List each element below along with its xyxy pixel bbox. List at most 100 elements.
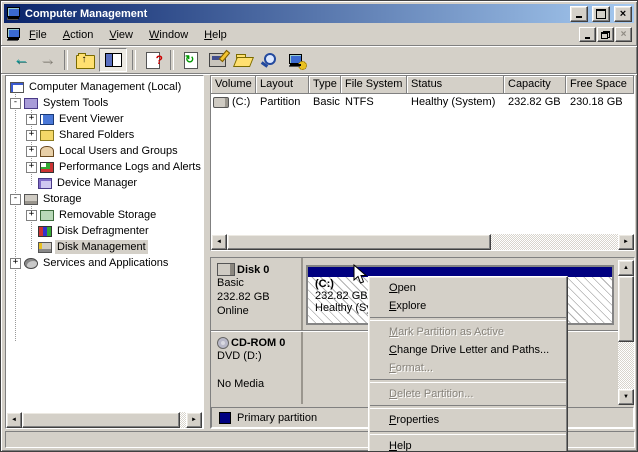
help-button[interactable]: ? <box>141 49 165 71</box>
tree-item-label-selected[interactable]: Disk Management <box>55 240 148 254</box>
tree-item-label[interactable]: Local Users and Groups <box>57 144 180 158</box>
scroll-right-icon: ► <box>191 417 197 423</box>
open-folder-button[interactable] <box>231 49 255 71</box>
legend-primary-partition-label: Primary partition <box>237 411 318 424</box>
volume-list-pane: Volume Layout Type File System Status Ca… <box>210 75 635 251</box>
tree-item-label[interactable]: Services and Applications <box>41 256 170 270</box>
close-icon: × <box>620 29 627 40</box>
menu-help[interactable]: Help <box>196 26 235 44</box>
scrollbar-track[interactable] <box>618 342 634 389</box>
tree-item-performance-logs[interactable]: + Performance Logs and Alerts <box>26 159 203 175</box>
tree-line <box>15 92 16 341</box>
cdrom0-info-block[interactable]: CD-ROM 0 DVD (D:) No Media <box>211 332 303 404</box>
scroll-up-button[interactable]: ▲ <box>618 260 634 276</box>
expand-expander-icon[interactable]: + <box>26 209 37 221</box>
tree-item-label[interactable]: Performance Logs and Alerts <box>57 160 203 174</box>
column-header-file-system[interactable]: File System <box>341 76 407 94</box>
column-header-free-space[interactable]: Free Space <box>566 76 634 94</box>
tree-item-services-and-applications[interactable]: + Services and Applications <box>10 255 203 271</box>
column-header-type[interactable]: Type <box>309 76 341 94</box>
menu-separator <box>370 431 566 435</box>
volume-list-header: Volume Layout Type File System Status Ca… <box>211 76 634 94</box>
tree-item-label[interactable]: Removable Storage <box>57 208 158 222</box>
tree-item-storage[interactable]: - Storage <box>10 191 203 207</box>
expand-expander-icon[interactable]: + <box>26 129 37 141</box>
tree-item-event-viewer[interactable]: + Event Viewer <box>26 111 203 127</box>
title-bar[interactable]: Computer Management × <box>4 4 634 23</box>
refresh-button[interactable]: ↻ <box>179 49 203 71</box>
tree-horizontal-scrollbar: ◄ ► <box>6 412 202 428</box>
column-header-capacity[interactable]: Capacity <box>504 76 566 94</box>
search-button[interactable] <box>257 49 281 71</box>
volume-row-c[interactable]: (C:) Partition Basic NTFS Healthy (Syste… <box>211 94 634 110</box>
close-button[interactable]: × <box>614 5 632 22</box>
context-menu-delete-partition-disabled: Delete Partition... <box>389 388 474 400</box>
tree-item-label[interactable]: Computer Management (Local) <box>27 80 183 94</box>
tree-item-disk-management[interactable]: Disk Management <box>26 239 203 255</box>
menu-action[interactable]: Action <box>55 26 102 44</box>
manage-computer-button[interactable] <box>283 49 307 71</box>
tree-item-computer-management[interactable]: Computer Management (Local) <box>10 79 203 95</box>
collapse-expander-icon[interactable]: - <box>10 193 21 205</box>
tree-item-local-users-and-groups[interactable]: + Local Users and Groups <box>26 143 203 159</box>
tree-item-system-tools[interactable]: - System Tools <box>10 95 203 111</box>
tree-item-label[interactable]: Storage <box>41 192 84 206</box>
disk0-status: Online <box>217 305 249 317</box>
context-menu-explore[interactable]: Explore <box>369 297 567 315</box>
menu-view[interactable]: View <box>101 26 141 44</box>
disk0-info-block[interactable]: Disk 0 Basic 232.82 GB Online <box>211 258 303 330</box>
window-title: Computer Management <box>25 7 148 20</box>
expand-expander-icon[interactable]: + <box>26 161 37 173</box>
scrollbar-thumb[interactable] <box>227 234 491 250</box>
tree-item-shared-folders[interactable]: + Shared Folders <box>26 127 203 143</box>
expand-expander-icon[interactable]: + <box>26 113 37 125</box>
column-header-status[interactable]: Status <box>407 76 504 94</box>
computer-icon <box>6 7 21 20</box>
up-one-level-button[interactable]: ↑ <box>73 49 97 71</box>
tree-item-removable-storage[interactable]: + Removable Storage <box>26 207 203 223</box>
child-restore-button[interactable] <box>597 27 614 42</box>
context-menu-help[interactable]: Help <box>369 437 567 451</box>
disk0-capacity: 232.82 GB <box>217 291 270 303</box>
tree-item-device-manager[interactable]: Device Manager <box>26 175 203 191</box>
maximize-button[interactable] <box>592 5 610 22</box>
tree-item-label[interactable]: Event Viewer <box>57 112 126 126</box>
scrollbar-thumb[interactable] <box>618 276 634 342</box>
up-folder-icon: ↑ <box>75 52 95 69</box>
tree-item-label[interactable]: Shared Folders <box>57 128 136 142</box>
toolbar-separator <box>64 50 68 70</box>
tree-item-label[interactable]: Device Manager <box>55 176 139 190</box>
close-icon: × <box>619 7 627 20</box>
collapse-expander-icon[interactable]: - <box>10 97 21 109</box>
scrollbar-track[interactable] <box>491 234 618 250</box>
context-menu-properties[interactable]: Properties <box>369 411 567 429</box>
column-header-layout[interactable]: Layout <box>256 76 309 94</box>
menu-file[interactable]: File <box>21 26 55 44</box>
scroll-left-button[interactable]: ◄ <box>211 234 227 250</box>
back-button[interactable]: ← <box>9 49 33 71</box>
tree-item-label[interactable]: System Tools <box>41 96 110 110</box>
tree-item-label[interactable]: Disk Defragmenter <box>55 224 151 238</box>
disk-signature-button[interactable] <box>205 49 229 71</box>
console-window-icon[interactable] <box>6 28 21 41</box>
child-window-buttons: × <box>579 27 632 42</box>
expand-expander-icon[interactable]: + <box>10 257 21 269</box>
column-header-volume[interactable]: Volume <box>211 76 256 94</box>
minimize-button[interactable] <box>570 5 588 22</box>
context-menu-open[interactable]: Open <box>369 279 567 297</box>
context-menu-change-drive-letter[interactable]: Change Drive Letter and Paths... <box>369 341 567 359</box>
expand-expander-icon[interactable]: + <box>26 145 37 157</box>
forward-icon: → <box>39 51 55 68</box>
menu-window[interactable]: Window <box>141 26 196 44</box>
scroll-right-button[interactable]: ► <box>186 412 202 428</box>
child-minimize-button[interactable] <box>579 27 596 42</box>
scrollbar-thumb[interactable] <box>22 412 180 428</box>
tree-item-disk-defragmenter[interactable]: Disk Defragmenter <box>26 223 203 239</box>
scroll-down-button[interactable]: ▼ <box>618 389 634 405</box>
cell-volume: (C:) <box>211 95 256 109</box>
partition-context-menu: Open Explore Mark Partition as Active Ch… <box>368 276 568 451</box>
scroll-left-button[interactable]: ◄ <box>6 412 22 428</box>
show-console-tree-button[interactable] <box>99 48 127 72</box>
performance-icon <box>40 161 54 173</box>
scroll-right-button[interactable]: ► <box>618 234 634 250</box>
